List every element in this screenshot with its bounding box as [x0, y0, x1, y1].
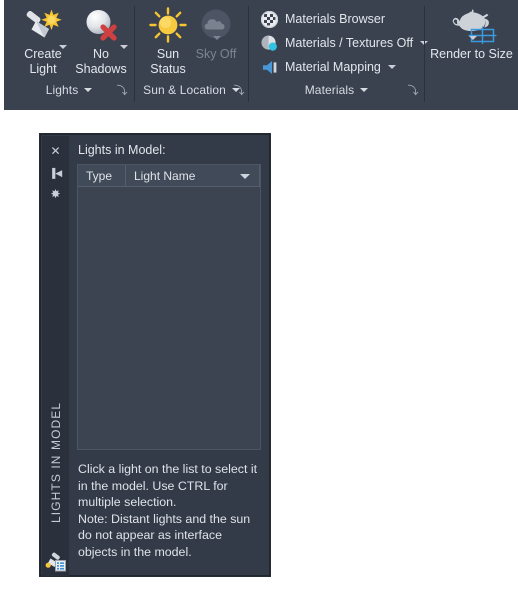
- ribbon-panel-lights: Create Light No Shadows Lights ⤵: [4, 0, 135, 110]
- column-header-light-name[interactable]: Light Name: [126, 165, 260, 187]
- no-shadows-button[interactable]: No Shadows: [70, 4, 132, 77]
- ribbon-panel-render: Render to Size: [425, 0, 518, 110]
- material-mapping-button[interactable]: Material Mapping: [259, 56, 396, 78]
- auto-hide-icon[interactable]: ▐◀: [42, 163, 69, 183]
- create-light-button[interactable]: Create Light: [12, 4, 74, 77]
- no-shadows-label: No Shadows: [75, 47, 127, 76]
- lights-dialog-launcher[interactable]: ⤵: [116, 85, 128, 97]
- close-icon[interactable]: ✕: [42, 141, 69, 161]
- create-light-caret-icon[interactable]: [59, 45, 67, 49]
- no-shadows-caret-icon[interactable]: [120, 45, 128, 49]
- material-mapping-icon: [259, 57, 279, 77]
- materials-panel-title-row[interactable]: Materials: [249, 82, 424, 98]
- sky-off-caret-icon[interactable]: [213, 36, 221, 40]
- palette-hint-text: Click a light on the list to select it i…: [78, 462, 258, 559]
- column-header-light-name-label: Light Name: [134, 168, 196, 183]
- palette-vertical-title: LIGHTS IN MODEL: [48, 401, 63, 523]
- ribbon-panel-sun-location: Sun Status Sky Off Sun & Location ⤵: [135, 0, 249, 110]
- sky-off-label: Sky Off: [195, 47, 237, 61]
- materials-dialog-launcher[interactable]: ⤵: [407, 85, 419, 97]
- sphere-cyan-dot-icon: [259, 33, 279, 53]
- materials-panel-caret-icon[interactable]: [360, 88, 369, 92]
- sky-off-button[interactable]: Sky Off: [185, 4, 247, 62]
- materials-textures-off-button[interactable]: Materials / Textures Off: [259, 32, 429, 54]
- materials-textures-off-label: Materials / Textures Off: [285, 36, 414, 50]
- sort-caret-icon[interactable]: [240, 174, 250, 179]
- properties-icon[interactable]: ✸: [42, 184, 69, 204]
- lights-panel-title-row[interactable]: Lights: [4, 82, 134, 98]
- palette-heading: Lights in Model:: [78, 143, 166, 157]
- lights-list-icon[interactable]: [44, 551, 68, 573]
- lights-in-model-palette: ✕ ▐◀ ✸ LIGHTS IN MODEL Lights in Model:: [40, 134, 270, 576]
- materials-browser-label: Materials Browser: [285, 12, 386, 26]
- sun-location-panel-title: Sun & Location: [143, 83, 226, 97]
- create-light-label: Create Light: [24, 47, 62, 76]
- sphere-red-x-icon: [70, 4, 132, 46]
- spotlight-star-icon: [12, 4, 74, 46]
- lights-panel-title: Lights: [45, 83, 79, 97]
- lights-panel-caret-icon[interactable]: [84, 88, 93, 92]
- lights-list-body[interactable]: [78, 187, 260, 449]
- material-mapping-label: Material Mapping: [285, 60, 381, 74]
- ribbon: Create Light No Shadows Lights ⤵ Sun Sta…: [4, 0, 518, 110]
- render-to-size-caret-icon[interactable]: [469, 36, 477, 40]
- render-to-size-label: Render to Size: [430, 47, 513, 61]
- palette-title-bar[interactable]: ✕ ▐◀ ✸ LIGHTS IN MODEL: [42, 136, 69, 576]
- render-to-size-button[interactable]: Render to Size: [425, 4, 518, 62]
- materials-browser-button[interactable]: Materials Browser: [259, 8, 385, 30]
- sun-location-dialog-launcher[interactable]: ⤵: [233, 85, 245, 97]
- lights-list-header: Type Light Name: [78, 165, 260, 187]
- material-mapping-caret-icon[interactable]: [387, 65, 396, 69]
- sun-location-panel-title-row[interactable]: Sun & Location: [135, 82, 248, 98]
- column-header-type[interactable]: Type: [78, 165, 126, 187]
- lights-list[interactable]: Type Light Name: [77, 164, 261, 450]
- palette-body: Lights in Model: Type Light Name Click a…: [69, 136, 268, 574]
- checkered-sphere-icon: [259, 9, 279, 29]
- materials-panel-title: Materials: [304, 83, 355, 97]
- ribbon-panel-materials: Materials Browser Materials / Textures O…: [249, 0, 429, 110]
